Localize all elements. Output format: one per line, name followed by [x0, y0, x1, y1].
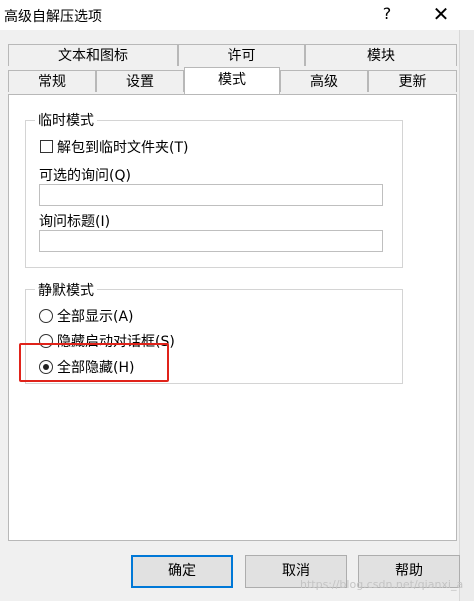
radio-show-all-label[interactable]: 全部显示(A) — [57, 306, 134, 326]
optional-query-label: 可选的询问(Q) — [39, 168, 131, 184]
ok-button[interactable]: 确定 — [131, 555, 233, 588]
temp-mode-group-label: 临时模式 — [35, 110, 97, 130]
annotation-highlight-box — [19, 343, 169, 382]
close-icon[interactable]: ✕ — [430, 2, 452, 26]
watermark: https://blog.csdn.net/qianxi_a — [300, 578, 464, 591]
unpack-to-temp-checkbox[interactable] — [40, 140, 53, 153]
query-title-input[interactable] — [39, 230, 383, 252]
tab-license[interactable]: 许可 — [178, 44, 305, 66]
help-icon[interactable]: ? — [377, 4, 397, 23]
tab-mode[interactable]: 模式 — [184, 67, 280, 94]
tab-setup[interactable]: 设置 — [96, 70, 184, 92]
window-title: 高级自解压选项 — [4, 9, 102, 25]
tab-module[interactable]: 模块 — [305, 44, 457, 66]
tab-text-and-icon[interactable]: 文本和图标 — [8, 44, 178, 66]
radio-show-all[interactable] — [39, 309, 53, 323]
background-window-edge — [459, 30, 474, 601]
query-title-label: 询问标题(I) — [39, 214, 111, 230]
unpack-to-temp-label[interactable]: 解包到临时文件夹(T) — [57, 137, 188, 157]
optional-query-input[interactable] — [39, 184, 383, 206]
title-bar: 高级自解压选项 ? ✕ — [0, 0, 474, 30]
tab-update[interactable]: 更新 — [368, 70, 457, 92]
silent-mode-group-label: 静默模式 — [35, 280, 97, 300]
tab-advanced[interactable]: 高级 — [280, 70, 368, 92]
tab-general[interactable]: 常规 — [8, 70, 96, 92]
